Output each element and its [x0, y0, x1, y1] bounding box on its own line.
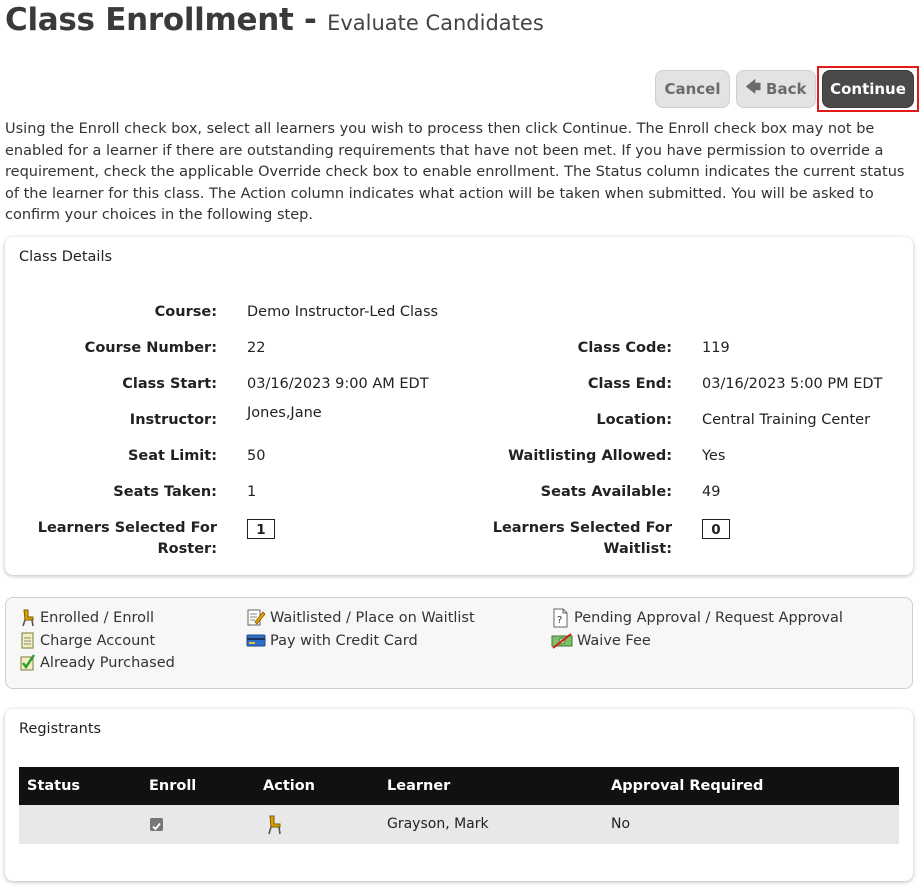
- waitlist-count: 0: [702, 519, 730, 539]
- class-code-value: 119: [702, 340, 730, 356]
- row-approval: No: [611, 816, 631, 832]
- seats-taken-value: 1: [247, 484, 257, 500]
- seat-limit-value: 50: [247, 448, 266, 464]
- location-value: Central Training Center: [702, 412, 871, 428]
- seats-available-label: Seats Available:: [540, 484, 672, 500]
- credit-card-icon: [246, 634, 266, 647]
- column-learner[interactable]: Learner: [387, 767, 450, 805]
- pending-question-icon: ?: [553, 608, 568, 628]
- table-row: Grayson, Mark No: [19, 805, 899, 844]
- waitlist-label: Learners Selected For Waitlist:: [485, 518, 672, 560]
- legend-waive-label: Waive Fee: [577, 632, 651, 649]
- page-subtitle: Evaluate Candidates: [327, 11, 544, 35]
- legend-charge-label: Charge Account: [40, 632, 156, 649]
- class-end-label: Class End:: [587, 376, 672, 392]
- page-title: Class Enrollment - Evaluate Candidates: [5, 2, 544, 38]
- back-button[interactable]: 🡄 Back: [736, 70, 816, 108]
- legend-enrolled: Enrolled / Enroll: [19, 608, 154, 627]
- class-end-value: 03/16/2023 5:00 PM EDT: [702, 376, 883, 392]
- column-status[interactable]: Status: [27, 767, 80, 805]
- course-number-label: Course Number:: [84, 340, 217, 356]
- cancel-button-label: Cancel: [664, 80, 721, 98]
- legend-waitlisted: Waitlisted / Place on Waitlist: [246, 608, 475, 627]
- legend-waitlisted-label: Waitlisted / Place on Waitlist: [270, 609, 475, 626]
- arrow-left-icon: 🡄: [745, 77, 762, 96]
- legend-waive: Waive Fee: [551, 631, 651, 650]
- class-code-label: Class Code:: [577, 340, 672, 356]
- roster-label: Learners Selected For Roster:: [35, 518, 217, 560]
- enroll-chair-icon: [22, 609, 34, 627]
- row-learner: Grayson, Mark: [387, 816, 489, 832]
- column-enroll[interactable]: Enroll: [149, 767, 196, 805]
- class-details-panel: Class Details Course: Demo Instructor-Le…: [5, 237, 913, 575]
- svg-text:?: ?: [557, 615, 562, 626]
- waitlisting-value: Yes: [702, 448, 726, 464]
- purchased-check-icon: [20, 654, 35, 671]
- roster-label-line1: Learners Selected For: [37, 520, 217, 536]
- registrants-panel: Registrants Status Enroll Action Learner…: [5, 709, 913, 881]
- cancel-button[interactable]: Cancel: [655, 70, 730, 108]
- course-value: Demo Instructor-Led Class: [247, 304, 439, 320]
- seat-limit-label: Seat Limit:: [127, 448, 217, 464]
- roster-count: 1: [247, 519, 275, 539]
- waitlist-label-line2: Waitlist:: [603, 541, 672, 557]
- registrants-heading: Registrants: [19, 721, 102, 737]
- legend-charge: Charge Account: [19, 631, 155, 650]
- legend-pending-label: Pending Approval / Request Approval: [574, 610, 843, 626]
- instructor-value: Jones,Jane: [247, 405, 322, 421]
- course-label: Course:: [154, 304, 217, 320]
- page-title-main: Class Enrollment -: [5, 2, 317, 38]
- legend-credit-label: Pay with Credit Card: [270, 632, 418, 649]
- course-number-value: 22: [247, 340, 266, 356]
- enroll-chair-icon: [268, 815, 281, 835]
- class-start-value: 03/16/2023 9:00 AM EDT: [247, 376, 429, 392]
- back-button-label: Back: [766, 80, 807, 98]
- class-start-label: Class Start:: [122, 376, 217, 392]
- legend-purchased-label: Already Purchased: [40, 654, 175, 671]
- column-approval-required[interactable]: Approval Required: [611, 767, 763, 805]
- continue-button[interactable]: Continue: [822, 70, 914, 108]
- waive-fee-icon: [551, 633, 573, 649]
- legend-pending: ? Pending Approval / Request Approval: [551, 608, 843, 628]
- waitlist-label-line1: Learners Selected For: [492, 520, 672, 536]
- roster-label-line2: Roster:: [157, 541, 217, 557]
- legend-purchased: Already Purchased: [19, 653, 175, 672]
- icon-legend: Enrolled / Enroll Waitlisted / Place on …: [5, 597, 913, 689]
- enroll-checkbox[interactable]: [150, 818, 163, 831]
- waitlist-notepad-icon: [247, 609, 266, 626]
- class-details-heading: Class Details: [19, 249, 113, 265]
- checkmark-icon: [152, 822, 161, 831]
- instructor-label: Instructor:: [129, 412, 217, 428]
- continue-button-label: Continue: [830, 80, 906, 98]
- registrants-table-header: Status Enroll Action Learner Approval Re…: [19, 767, 899, 805]
- waitlisting-label: Waitlisting Allowed:: [508, 448, 672, 464]
- seats-available-value: 49: [702, 484, 721, 500]
- legend-enrolled-label: Enrolled / Enroll: [40, 609, 155, 626]
- row-action: [265, 814, 283, 840]
- seats-taken-label: Seats Taken:: [113, 484, 217, 500]
- column-action[interactable]: Action: [263, 767, 315, 805]
- charge-account-icon: [21, 632, 34, 649]
- legend-credit: Pay with Credit Card: [246, 631, 418, 650]
- instructions-text: Using the Enroll check box, select all l…: [5, 121, 905, 223]
- location-label: Location:: [596, 412, 672, 428]
